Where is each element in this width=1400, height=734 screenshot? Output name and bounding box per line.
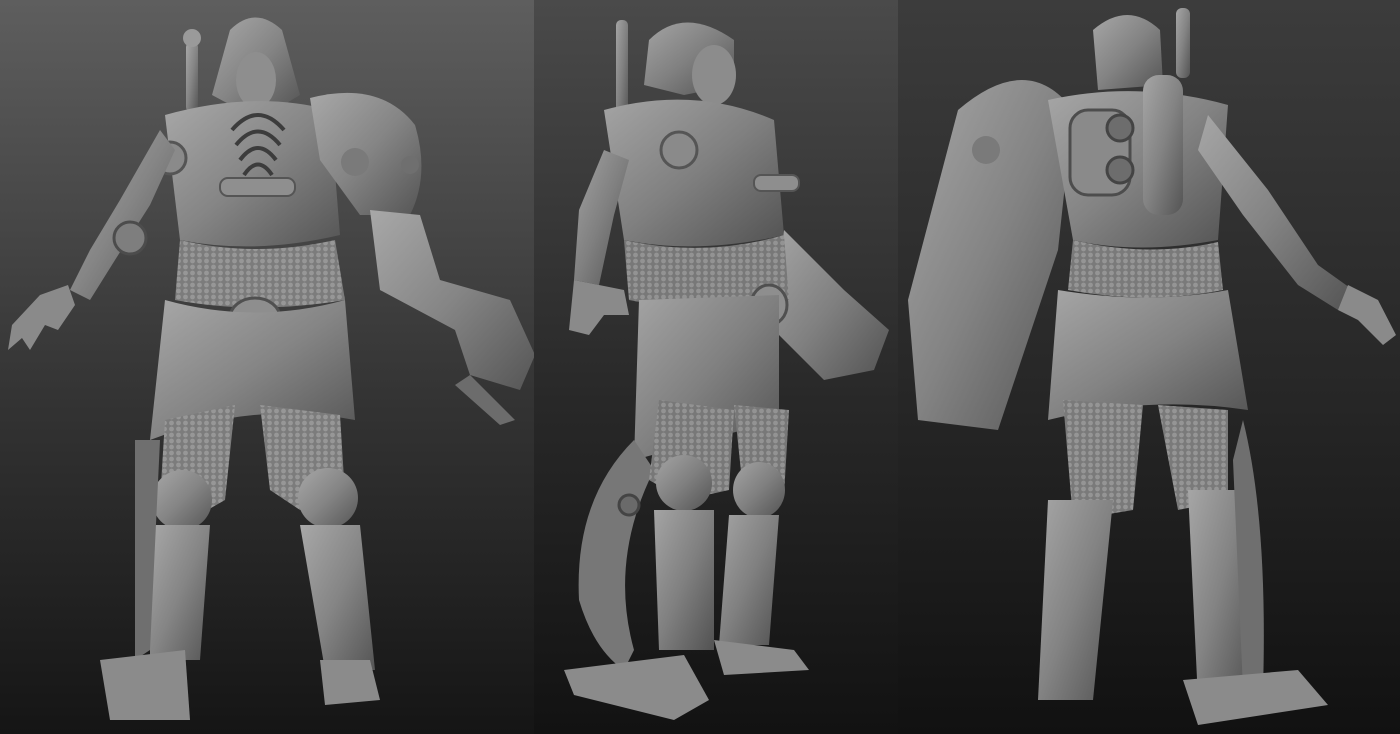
left-knee [656, 455, 712, 511]
three-quarter-view-panel [534, 0, 898, 734]
face [692, 45, 736, 105]
chest-plate [165, 101, 340, 247]
left-foot [100, 650, 190, 720]
chest-plate [604, 99, 784, 247]
sword-hilt [1176, 8, 1190, 78]
right-knee [298, 468, 358, 528]
back-view-render [898, 0, 1400, 734]
right-shin [719, 515, 779, 645]
face [236, 52, 276, 108]
back-view-panel [898, 0, 1400, 734]
left-knee [152, 470, 212, 530]
sword-hilt [186, 42, 198, 112]
right-knee [733, 462, 785, 518]
front-view-render [0, 0, 534, 734]
three-quarter-view-render [534, 0, 898, 734]
left-shin [654, 510, 714, 650]
render-canvas [0, 0, 1400, 734]
front-view-panel [0, 0, 534, 734]
right-foot [320, 660, 380, 705]
backpack-canister [1143, 75, 1183, 215]
left-shin [150, 525, 210, 660]
back-tasset [1048, 290, 1248, 420]
